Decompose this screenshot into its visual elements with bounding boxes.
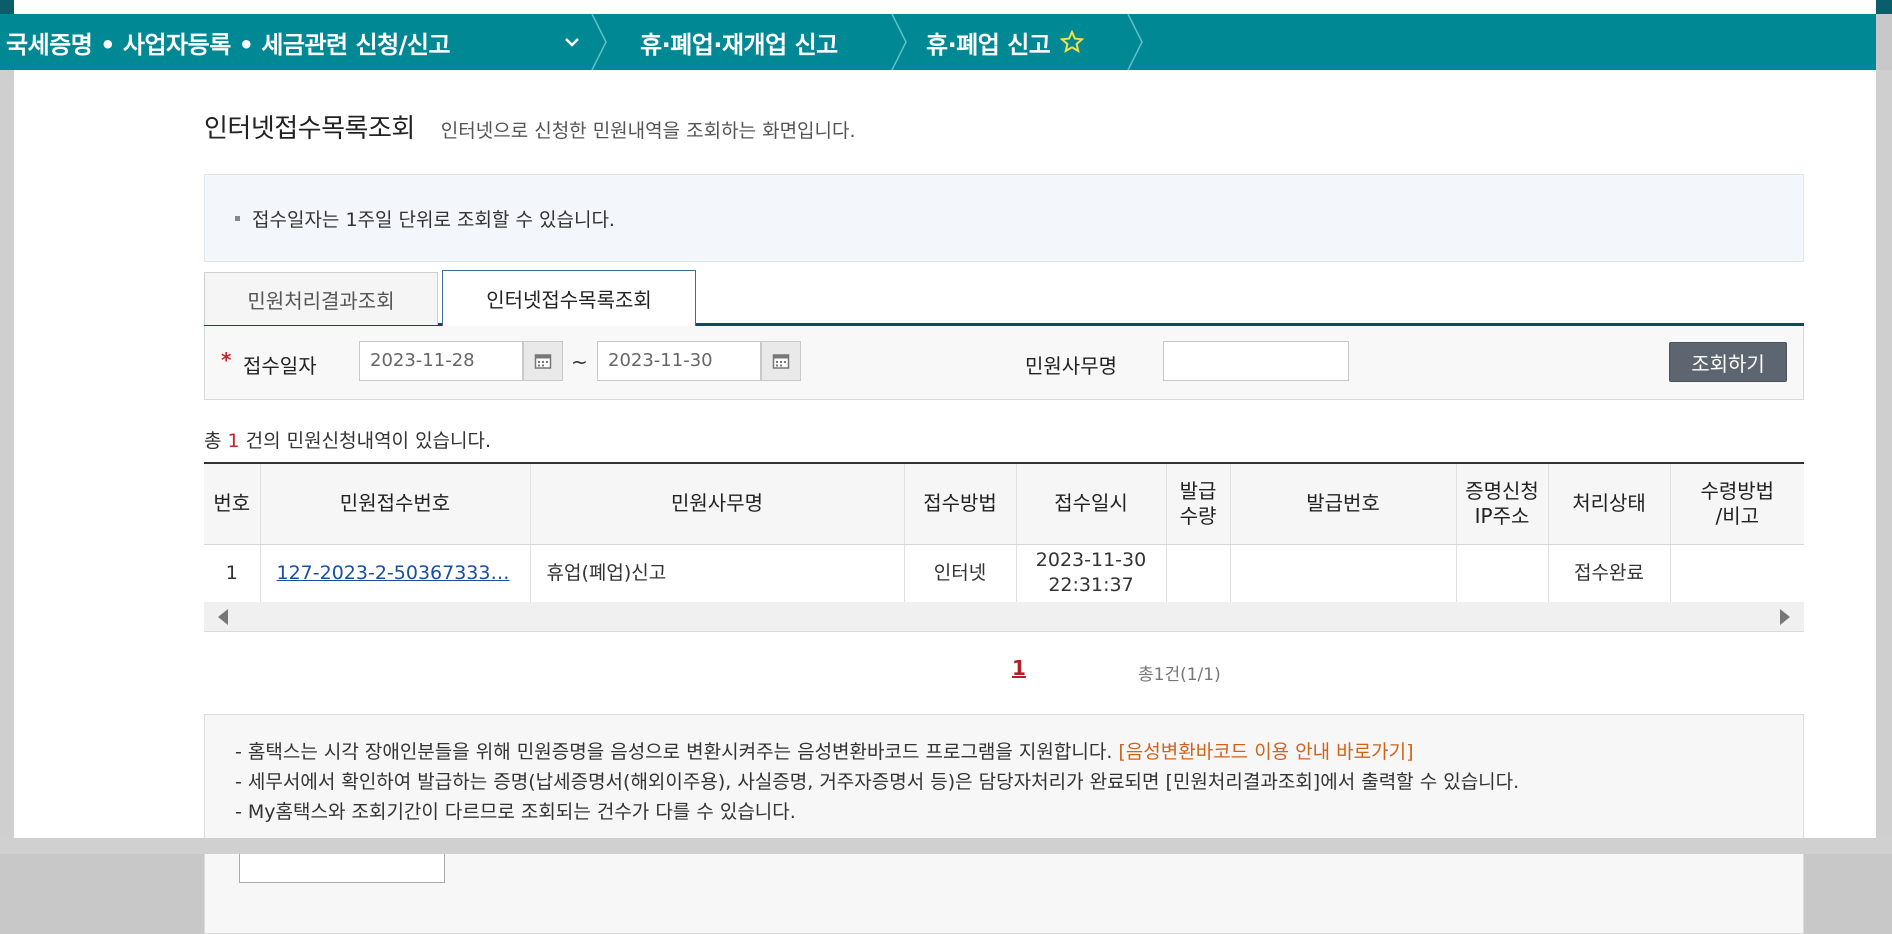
- result-table-wrapper: 번호 민원접수번호 민원사무명 접수방법 접수일시 발급 수량 발급번호 증명신…: [204, 462, 1804, 602]
- cell-issue-no: [1230, 544, 1457, 602]
- page-total: 총1건(1/1): [1138, 665, 1221, 685]
- search-button[interactable]: 조회하기: [1669, 342, 1787, 382]
- date-from-input[interactable]: 2023-11-28: [359, 341, 523, 381]
- col-header-remarks: 수령방법 /비고: [1670, 464, 1804, 545]
- chevron-down-icon[interactable]: [562, 32, 582, 52]
- breadcrumb-current[interactable]: 휴·폐업 신고: [904, 14, 1144, 70]
- page-description: 인터넷으로 신청한 민원내역을 조회하는 화면입니다.: [440, 120, 856, 142]
- scroll-right-icon[interactable]: [1780, 609, 1790, 625]
- col-header-status: 처리상태: [1548, 464, 1671, 545]
- col-header-ip: 증명신청 IP주소: [1456, 464, 1549, 545]
- horizontal-scrollbar[interactable]: [204, 602, 1804, 632]
- result-table: 번호 민원접수번호 민원사무명 접수방법 접수일시 발급 수량 발급번호 증명신…: [204, 464, 1804, 602]
- search-panel: * 접수일자 2023-11-28 ~ 2023-11-30 민원사무명 조회하…: [204, 326, 1804, 400]
- required-mark: *: [221, 348, 232, 372]
- col-header-service-name: 민원사무명: [530, 464, 905, 545]
- col-header-receipt-no: 민원접수번호: [260, 464, 531, 545]
- breadcrumb-current-label: 휴·폐업 신고: [926, 30, 1051, 59]
- cell-method: 인터넷: [904, 544, 1017, 602]
- right-margin: [1876, 70, 1892, 854]
- range-tilde: ~: [571, 350, 588, 374]
- notice-text: 접수일자는 1주일 단위로 조회할 수 있습니다.: [252, 208, 615, 231]
- title-row: 인터넷접수목록조회 인터넷으로 신청한 민원내역을 조회하는 화면입니다.: [204, 108, 856, 145]
- cell-date: 2023-11-30: [1035, 549, 1147, 572]
- breadcrumb-closure-label: 휴·폐업·재개업 신고: [640, 30, 838, 59]
- col-header-issue-no: 발급번호: [1230, 464, 1457, 545]
- breadcrumb-nav: 국세증명 • 사업자등록 • 세금관련 신청/신고 휴·폐업·재개업 신고 휴·…: [0, 14, 1876, 70]
- tab-internet-receipt-list[interactable]: 인터넷접수목록조회: [442, 270, 696, 326]
- scroll-left-icon[interactable]: [218, 609, 228, 625]
- bullet-icon: [235, 215, 240, 221]
- left-margin: [0, 70, 14, 854]
- cell-service-name: 휴업(폐업)신고: [530, 544, 905, 602]
- cell-datetime: 2023-11-30 22:31:37: [1016, 544, 1167, 602]
- info-line-1-text: - 홈택스는 시각 장애인분들을 위해 민원증명을 음성으로 변환시켜주는 음성…: [235, 741, 1113, 763]
- col-header-no: 번호: [204, 464, 261, 545]
- calendar-to-button[interactable]: [761, 341, 801, 381]
- cell-no: 1: [204, 544, 261, 602]
- breadcrumb-separator-icon: [1127, 14, 1143, 70]
- result-count: 총 1 건의 민원신청내역이 있습니다.: [204, 426, 491, 453]
- cell-time: 22:31:37: [1048, 574, 1134, 597]
- cell-quantity: [1166, 544, 1231, 602]
- result-count-suffix: 건의 민원신청내역이 있습니다.: [245, 430, 492, 452]
- receipt-date-label: 접수일자: [243, 354, 317, 378]
- bottom-bar: [0, 838, 1892, 854]
- breadcrumb-category-label: 국세증명 • 사업자등록 • 세금관련 신청/신고: [6, 30, 451, 59]
- cell-status: 접수완료: [1548, 544, 1671, 602]
- result-count-prefix: 총: [204, 430, 222, 452]
- voice-barcode-guide-link[interactable]: [음성변환바코드 이용 안내 바로가기]: [1118, 741, 1413, 763]
- service-name-input[interactable]: [1163, 341, 1349, 381]
- result-count-number: 1: [227, 430, 240, 452]
- cell-ip: [1456, 544, 1549, 602]
- calendar-icon: [772, 354, 790, 369]
- info-line-3: - My홈택스와 조회기간이 다르므로 조회되는 건수가 다를 수 있습니다.: [235, 801, 796, 823]
- info-box: - 홈택스는 시각 장애인분들을 위해 민원증명을 음성으로 변환시켜주는 음성…: [204, 714, 1804, 934]
- calendar-icon: [534, 354, 552, 369]
- date-to-input[interactable]: 2023-11-30: [597, 341, 761, 381]
- pagination: 1 총1건(1/1): [204, 656, 1804, 686]
- tab-result-inquiry[interactable]: 민원처리결과조회: [204, 272, 438, 325]
- page-title: 인터넷접수목록조회: [204, 114, 415, 144]
- table-row: 1 127-2023-2-50367333… 휴업(폐업)신고 인터넷 2023…: [204, 544, 1804, 602]
- info-line-1: - 홈택스는 시각 장애인분들을 위해 민원증명을 음성으로 변환시켜주는 음성…: [235, 737, 1803, 767]
- tab-bar: 민원처리결과조회 인터넷접수목록조회: [204, 270, 1804, 326]
- calendar-from-button[interactable]: [523, 341, 563, 381]
- star-icon[interactable]: [1060, 30, 1085, 54]
- breadcrumb-closure[interactable]: 휴·폐업·재개업 신고: [604, 14, 907, 70]
- col-header-datetime: 접수일시: [1016, 464, 1167, 545]
- notice-box: 접수일자는 1주일 단위로 조회할 수 있습니다.: [204, 174, 1804, 262]
- receipt-number-link[interactable]: 127-2023-2-50367333…: [260, 544, 531, 602]
- cell-remarks: [1670, 544, 1804, 602]
- table-header-row: 번호 민원접수번호 민원사무명 접수방법 접수일시 발급 수량 발급번호 증명신…: [204, 464, 1804, 545]
- col-header-method: 접수방법: [904, 464, 1017, 545]
- breadcrumb-category[interactable]: 국세증명 • 사업자등록 • 세금관련 신청/신고: [0, 14, 607, 70]
- service-name-label: 민원사무명: [1025, 354, 1117, 378]
- col-header-quantity: 발급 수량: [1166, 464, 1231, 545]
- info-line-2: - 세무서에서 확인하여 발급하는 증명(납세증명서(해외이주용), 사실증명,…: [235, 771, 1520, 793]
- page-number-1[interactable]: 1: [1012, 656, 1026, 680]
